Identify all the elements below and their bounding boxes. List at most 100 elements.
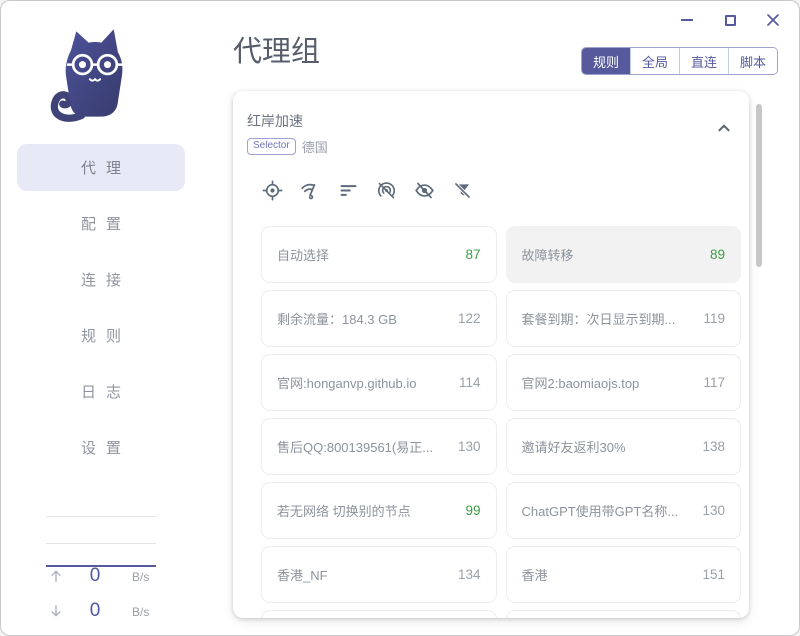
node-name: 香港 [522,565,548,584]
hide-nodes-button[interactable] [414,180,435,201]
node-name: 套餐到期：次日显示到期... [522,309,676,328]
sidebar-item-label: 日志 [81,381,131,402]
filter-off-button[interactable] [452,180,473,201]
arrow-down-icon [48,603,64,619]
chevron-up-icon [713,117,735,139]
node-cell[interactable]: 剩余流量：184.3 GB 122 [261,290,497,347]
sidebar-item-label: 配置 [81,213,131,234]
node-delay: 130 [702,503,725,518]
mode-tab-global[interactable]: 全局 [630,48,679,74]
node-cell[interactable]: 香港 151 [506,546,742,603]
sidebar-item-logs[interactable]: 日志 [17,368,185,415]
node-name: 剩余流量：184.3 GB [277,309,397,328]
node-delay: 130 [458,439,481,454]
node-name: 故障转移 [522,245,574,264]
hide-unavailable-button[interactable] [376,180,397,201]
sidebar: 代理 配置 连接 规则 日志 设置 0 B/s 0 B/s [1,1,201,635]
group-name: 红岸加速 [247,111,733,131]
sidebar-item-settings[interactable]: 设置 [17,424,185,471]
node-cell[interactable]: 套餐到期：次日显示到期... 119 [506,290,742,347]
group-toolbar [262,180,749,201]
locate-icon [262,180,283,201]
node-cell[interactable]: 香港_NF 134 [261,546,497,603]
filter-alt-off-icon [452,180,473,201]
close-icon [766,13,780,27]
wifi-tethering-off-icon [376,180,397,201]
group-type-badge: Selector [247,138,296,155]
sidebar-item-label: 规则 [81,325,131,346]
download-speed-unit: B/s [132,605,149,619]
sidebar-item-label: 连接 [81,269,131,290]
minimize-icon [681,19,693,21]
node-name: 自动选择 [277,245,329,264]
group-header: 红岸加速 Selector 德国 [233,91,749,156]
maximize-button[interactable] [721,11,739,29]
node-delay: 117 [703,375,725,390]
node-name: 官网:honganvp.github.io [277,373,416,392]
node-name: 香港_NF [277,565,328,584]
sidebar-item-label: 设置 [81,437,131,458]
upload-speed-value: 0 [65,565,125,587]
app-window: 代理 配置 连接 规则 日志 设置 0 B/s 0 B/s [0,0,800,636]
download-speed-value: 0 [65,600,125,622]
node-cell-partial[interactable] [506,610,742,618]
group-current-node: 德国 [302,137,328,156]
node-cell[interactable]: 官网:honganvp.github.io 114 [261,354,497,411]
node-delay: 151 [702,567,725,582]
minimize-button[interactable] [678,11,696,29]
close-button[interactable] [764,11,782,29]
proxy-grid: 自动选择 87 故障转移 89 剩余流量：184.3 GB 122 套餐到期：次… [261,226,741,618]
upload-speed-unit: B/s [132,570,149,584]
sidebar-nav: 代理 配置 连接 规则 日志 设置 [17,144,185,471]
node-cell[interactable]: ChatGPT使用带GPT名称... 130 [506,482,742,539]
locate-current-node-button[interactable] [262,180,283,201]
node-name: 售后QQ:800139561(易正... [277,437,433,456]
node-delay: 134 [458,567,481,582]
node-delay: 89 [710,247,725,262]
cat-logo [43,23,147,127]
scrollbar-thumb[interactable] [756,104,762,267]
node-cell[interactable]: 售后QQ:800139561(易正... 130 [261,418,497,475]
sort-button[interactable] [338,180,359,201]
sort-icon [338,180,359,201]
collapse-button[interactable] [713,117,735,139]
mode-switch-group: 规则全局直连脚本 [581,47,778,75]
group-subtitle: Selector 德国 [247,137,733,156]
node-delay: 87 [465,247,480,262]
maximize-icon [725,15,736,26]
sidebar-divider [46,543,156,544]
sidebar-item-connections[interactable]: 连接 [17,256,185,303]
download-speed-row: 0 B/s [1,598,201,628]
node-cell[interactable]: 若无网络 切换别的节点 99 [261,482,497,539]
sidebar-divider [46,516,156,517]
node-name: 官网2:baomiaojs.top [522,373,640,392]
node-cell-partial[interactable] [261,610,497,618]
node-name: 邀请好友返利30% [522,437,626,456]
window-controls [678,11,782,29]
sidebar-item-proxy[interactable]: 代理 [17,144,185,191]
arrow-up-icon [48,568,64,584]
page-title: 代理组 [233,28,320,70]
visibility-off-icon [414,180,435,201]
mode-tab-direct[interactable]: 直连 [679,48,728,74]
sidebar-item-label: 代理 [81,157,131,178]
sidebar-item-rules[interactable]: 规则 [17,312,185,359]
mode-tab-rule[interactable]: 规则 [582,48,630,74]
node-name: 若无网络 切换别的节点 [277,501,411,520]
node-name: ChatGPT使用带GPT名称... [522,501,679,520]
node-cell[interactable]: 自动选择 87 [261,226,497,283]
delay-test-button[interactable] [300,180,321,201]
node-cell[interactable]: 官网2:baomiaojs.top 117 [506,354,742,411]
node-delay: 138 [702,439,725,454]
proxy-group-card: 红岸加速 Selector 德国 [233,91,749,618]
node-delay: 114 [459,375,481,390]
node-cell[interactable]: 邀请好友返利30% 138 [506,418,742,475]
node-delay: 119 [703,311,725,326]
node-cell[interactable]: 故障转移 89 [506,226,742,283]
upload-speed-row: 0 B/s [1,563,201,593]
mode-tab-script[interactable]: 脚本 [728,48,777,74]
node-delay: 122 [458,311,481,326]
network-check-icon [300,180,321,201]
node-delay: 99 [465,503,480,518]
sidebar-item-profiles[interactable]: 配置 [17,200,185,247]
